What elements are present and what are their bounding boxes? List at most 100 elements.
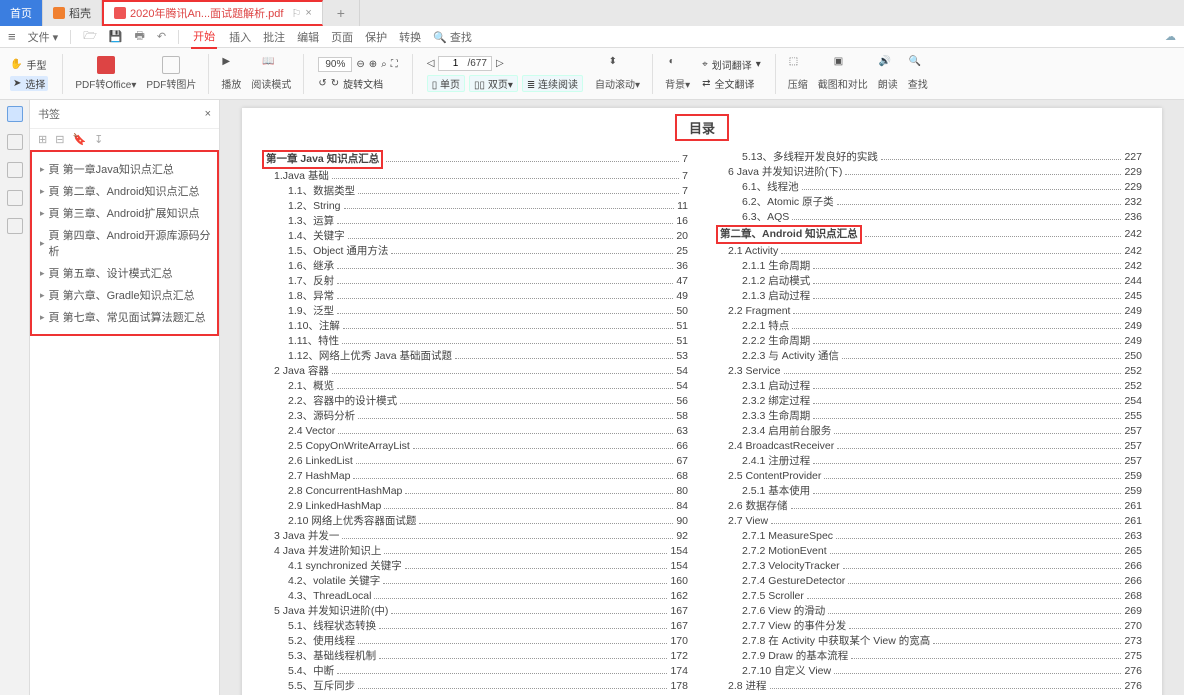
toc-line[interactable]: 2.7.7 View 的事件分发270 — [716, 619, 1142, 634]
btn-singlepage[interactable]: ▯ 单页 — [427, 75, 465, 92]
tab-shell[interactable]: 稻壳 — [43, 0, 102, 26]
tab-close-button[interactable]: × — [305, 7, 311, 19]
toc-line[interactable]: 2.4.1 注册过程257 — [716, 454, 1142, 469]
menu-find[interactable]: 🔍 查找 — [433, 29, 472, 45]
toc-line[interactable]: 5.4、中断174 — [262, 664, 688, 679]
toc-line[interactable]: 5.5、互斥同步178 — [262, 679, 688, 694]
toc-line[interactable]: 1.Java 基础7 — [262, 169, 688, 184]
toc-line[interactable]: 6.1、线程池229 — [716, 180, 1142, 195]
toc-line[interactable]: 2.6 数据存储261 — [716, 499, 1142, 514]
menu-file[interactable]: 文件 ▾ — [28, 29, 59, 45]
toc-line[interactable]: 2.3.3 生命周期255 — [716, 409, 1142, 424]
toc-line[interactable]: 4.2、volatile 关键字160 — [262, 574, 688, 589]
toc-line[interactable]: 2.2.1 特点249 — [716, 319, 1142, 334]
toc-line[interactable]: 5.3、基础线程机制172 — [262, 649, 688, 664]
toc-line[interactable]: 1.6、继承36 — [262, 259, 688, 274]
page-next-icon[interactable]: ▷ — [496, 58, 504, 69]
toc-line[interactable]: 2.7.2 MotionEvent265 — [716, 544, 1142, 559]
bookmark-close-button[interactable]: × — [205, 108, 211, 120]
btn-play[interactable]: ▶播放 — [219, 56, 243, 91]
sidestrip-attach-icon[interactable] — [7, 190, 23, 206]
zoom-value[interactable]: 90% — [318, 57, 352, 72]
toc-line[interactable]: 2.4 Vector63 — [262, 424, 688, 439]
toc-line[interactable]: 1.7、反射47 — [262, 274, 688, 289]
bookmark-item[interactable]: ▸頁 第二章、Android知识点汇总 — [38, 180, 213, 202]
toc-line[interactable]: 6.2、Atomic 原子类232 — [716, 195, 1142, 210]
toc-line[interactable]: 2.1.1 生命周期242 — [716, 259, 1142, 274]
toc-line[interactable]: 3 Java 并发一92 — [262, 529, 688, 544]
menu-protect[interactable]: 保护 — [365, 29, 387, 45]
btn-readmode[interactable]: 📖阅读模式 — [249, 56, 293, 91]
toc-line[interactable]: 6 Java 并发知识进阶(下)229 — [716, 165, 1142, 180]
tab-new-button[interactable]: + — [323, 0, 360, 26]
btn-read[interactable]: 🔊朗读 — [876, 56, 900, 91]
toc-line[interactable]: 2.7.5 Scroller268 — [716, 589, 1142, 604]
toc-line[interactable]: 2.2 Fragment249 — [716, 304, 1142, 319]
pdf-viewer[interactable]: 目录 第一章 Java 知识点汇总71.Java 基础71.1、数据类型71.2… — [220, 100, 1184, 695]
toc-line[interactable]: 2.1.3 启动过程245 — [716, 289, 1142, 304]
toc-line[interactable]: 1.11、特性51 — [262, 334, 688, 349]
menu-start[interactable]: 开始 — [191, 25, 217, 49]
toc-line[interactable]: 2.2.3 与 Activity 通信250 — [716, 349, 1142, 364]
bookmark-item[interactable]: ▸頁 第六章、Gradle知识点汇总 — [38, 284, 213, 306]
btn-wordtrans[interactable]: ⌖划词翻译▾ — [702, 57, 761, 72]
tab-home[interactable]: 首页 — [0, 0, 43, 26]
menu-annotate[interactable]: 批注 — [263, 29, 285, 45]
bm-tool-add-icon[interactable]: 🔖 — [72, 133, 86, 146]
toc-line[interactable]: 2.7.1 MeasureSpec263 — [716, 529, 1142, 544]
toc-line[interactable]: 2.8 进程276 — [716, 679, 1142, 694]
cloud-icon[interactable]: ☁ — [1165, 30, 1176, 43]
toc-line[interactable]: 2.7.8 在 Activity 中获取某个 View 的宽高273 — [716, 634, 1142, 649]
toc-line[interactable]: 1.10、注解51 — [262, 319, 688, 334]
toc-line[interactable]: 2.7.10 自定义 View276 — [716, 664, 1142, 679]
toc-line[interactable]: 4.3、ThreadLocal162 — [262, 589, 688, 604]
tab-document[interactable]: 2020年腾讯An...面试题解析.pdf ⚐ × — [102, 0, 323, 26]
toc-line[interactable]: 2.7.6 View 的滑动269 — [716, 604, 1142, 619]
toc-line[interactable]: 2 Java 容器54 — [262, 364, 688, 379]
toc-line[interactable]: 1.9、泛型50 — [262, 304, 688, 319]
toc-line[interactable]: 2.7 HashMap68 — [262, 469, 688, 484]
save-icon[interactable]: 💾 — [109, 30, 123, 43]
zoom-fit-icon[interactable]: ⌕ — [381, 59, 387, 70]
toc-line[interactable]: 4.1 synchronized 关键字154 — [262, 559, 688, 574]
btn-contread[interactable]: ≣ 连续阅读 — [522, 75, 583, 92]
toc-line[interactable]: 6.3、AQS236 — [716, 210, 1142, 225]
toc-line[interactable]: 2.3.2 绑定过程254 — [716, 394, 1142, 409]
toc-line[interactable]: 2.5 CopyOnWriteArrayList66 — [262, 439, 688, 454]
bookmark-item[interactable]: ▸頁 第七章、常见面试算法题汇总 — [38, 306, 213, 328]
toc-line[interactable]: 2.1.2 启动模式244 — [716, 274, 1142, 289]
open-icon[interactable]: 🗁 — [83, 27, 97, 46]
toc-line[interactable]: 4 Java 并发进阶知识上154 — [262, 544, 688, 559]
menu-insert[interactable]: 插入 — [229, 29, 251, 45]
rotate-right-icon[interactable]: ↻ — [331, 78, 339, 89]
sidestrip-sign-icon[interactable] — [7, 218, 23, 234]
toc-line[interactable]: 2.7 View261 — [716, 514, 1142, 529]
sidestrip-bookmark-icon[interactable] — [7, 106, 23, 122]
btn-pdf2pic[interactable]: PDF转图片 — [144, 56, 198, 91]
toc-line[interactable]: 5 Java 并发知识进阶(中)167 — [262, 604, 688, 619]
toc-line[interactable]: 2.9 LinkedHashMap84 — [262, 499, 688, 514]
bm-tool-collapse-icon[interactable]: ⊟ — [55, 133, 64, 146]
toc-line[interactable]: 1.12、网络上优秀 Java 基础面试题53 — [262, 349, 688, 364]
btn-background[interactable]: ◐背景▾ — [663, 56, 692, 91]
page-current-input[interactable] — [443, 58, 467, 69]
print-icon[interactable]: 🖶 — [135, 27, 145, 46]
btn-find[interactable]: 🔍查找 — [906, 56, 930, 91]
tab-doc-pin-icon[interactable]: ⚐ — [291, 7, 301, 20]
btn-compress[interactable]: ⬚压缩 — [786, 56, 810, 91]
toc-line[interactable]: 1.2、String11 — [262, 199, 688, 214]
menu-edit[interactable]: 编辑 — [297, 29, 319, 45]
toc-line[interactable]: 5.1、线程状态转换167 — [262, 619, 688, 634]
bookmark-item[interactable]: ▸頁 第三章、Android扩展知识点 — [38, 202, 213, 224]
menu-convert[interactable]: 转换 — [399, 29, 421, 45]
toc-line[interactable]: 2.5.1 基本使用259 — [716, 484, 1142, 499]
bookmark-item[interactable]: ▸頁 第一章Java知识点汇总 — [38, 158, 213, 180]
tool-select[interactable]: ➤选择 — [10, 76, 48, 91]
toc-line[interactable]: 2.1、概览54 — [262, 379, 688, 394]
toc-line[interactable]: 1.8、异常49 — [262, 289, 688, 304]
toc-line[interactable]: 2.5 ContentProvider259 — [716, 469, 1142, 484]
btn-pdf2office[interactable]: PDF转Office▾ — [73, 56, 138, 91]
page-prev-icon[interactable]: ◁ — [427, 58, 435, 69]
page-indicator[interactable]: /677 — [438, 56, 491, 71]
toc-line[interactable]: 2.7.9 Draw 的基本流程275 — [716, 649, 1142, 664]
